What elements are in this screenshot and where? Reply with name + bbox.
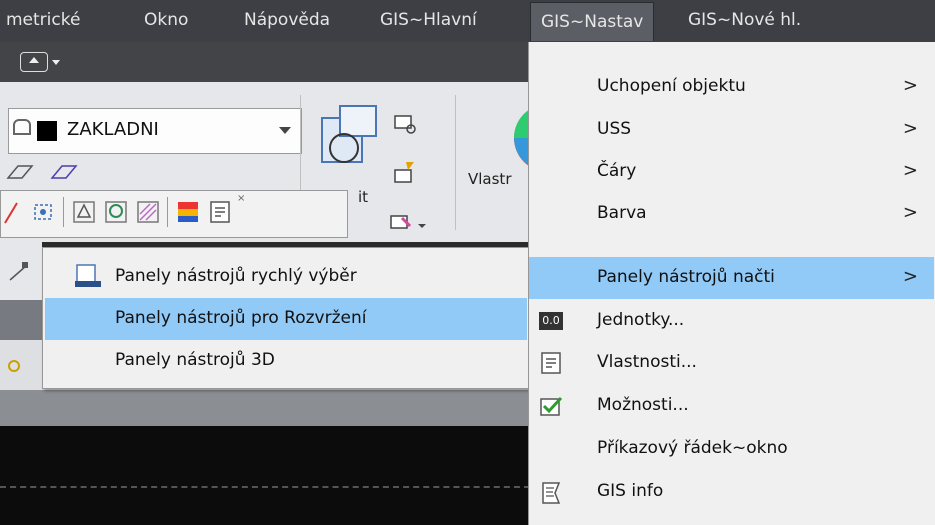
menu-item-label: Panely nástrojů načti: [597, 267, 775, 287]
menu-item-cary[interactable]: Čáry >: [529, 151, 934, 193]
menu-item-panely-nacti[interactable]: Panely nástrojů načti >: [529, 257, 934, 299]
block-attribute-icon[interactable]: [388, 208, 428, 236]
eject-icon: [29, 57, 39, 63]
menu-item-label: Čáry: [597, 161, 637, 181]
layer-match-icon[interactable]: [48, 160, 88, 184]
menu-item-label: USS: [597, 119, 632, 139]
menu-item-gis-info[interactable]: GIS info: [529, 471, 934, 513]
submenu-item-3d[interactable]: Panely nástrojů 3D: [45, 340, 527, 382]
ribbon-separator: [455, 95, 456, 230]
block-edit-icon[interactable]: [392, 160, 420, 188]
gis-nastav-menu: Uchopení objektu > USS > Čáry > Barva > …: [528, 42, 935, 525]
menu-item-label: GIS info: [597, 481, 664, 501]
chevron-down-icon[interactable]: [52, 60, 60, 65]
toolbar-separator: [63, 197, 64, 227]
menu-item-prikazovy-radek[interactable]: Příkazový řádek~okno: [529, 428, 934, 470]
chevron-right-icon: >: [902, 118, 918, 139]
menu-item-uss[interactable]: USS >: [529, 109, 934, 151]
block-insert-icon[interactable]: [310, 100, 390, 180]
quick-access-bar: [0, 42, 540, 82]
sun-icon[interactable]: [2, 354, 26, 378]
submenu-item-label: Panely nástrojů rychlý výběr: [115, 266, 357, 286]
line-icon[interactable]: [3, 199, 29, 225]
menu-napoveda[interactable]: Nápověda: [244, 10, 330, 30]
menu-item-moznosti[interactable]: Možnosti...: [529, 385, 934, 427]
drawing-area[interactable]: [0, 426, 540, 525]
hatch-icon[interactable]: [135, 199, 161, 225]
layer-combo-value: ZAKLADNI: [67, 119, 159, 140]
submenu-item-label: Panely nástrojů pro Rozvržení: [115, 308, 367, 328]
submenu-item-layout[interactable]: Panely nástrojů pro Rozvržení: [45, 298, 527, 340]
submenu-item-quick-select[interactable]: Panely nástrojů rychlý výběr: [45, 256, 527, 298]
layer-color-swatch: [37, 121, 57, 141]
menu-item-label: Příkazový řádek~okno: [597, 438, 788, 458]
workspace-dropdown[interactable]: [20, 52, 48, 72]
layer-walk-icon[interactable]: [4, 160, 44, 184]
polygon-icon[interactable]: [71, 199, 97, 225]
layer-tools-row: [4, 160, 124, 186]
chevron-right-icon: >: [902, 266, 918, 287]
zoom-map-icon[interactable]: [103, 199, 129, 225]
units-icon: 0.0: [539, 312, 563, 330]
status-strip: [0, 390, 540, 426]
snap-node-icon[interactable]: [31, 199, 57, 225]
floating-toolbar: ×: [0, 190, 348, 238]
options-check-icon: [540, 396, 563, 416]
layer-color-icon[interactable]: [175, 199, 201, 225]
chevron-right-icon: >: [902, 75, 918, 96]
properties-icon[interactable]: [207, 199, 233, 225]
menu-item-vlastnosti[interactable]: Vlastnosti...: [529, 342, 934, 384]
menu-item-label: Uchopení objektu: [597, 76, 746, 96]
toolbars-submenu: Panely nástrojů rychlý výběr Panely nást…: [42, 247, 530, 389]
menu-item-jednotky[interactable]: 0.0 Jednotky...: [529, 300, 934, 342]
menu-item-barva[interactable]: Barva >: [529, 193, 934, 235]
menu-item-uchopeni[interactable]: Uchopení objektu >: [529, 66, 934, 108]
chevron-right-icon: >: [902, 202, 918, 223]
menu-gis-hlavni[interactable]: GIS~Hlavní: [380, 10, 477, 30]
chevron-right-icon: >: [902, 160, 918, 181]
layer-combo[interactable]: ZAKLADNI: [8, 108, 302, 154]
gis-info-icon: [542, 482, 561, 504]
toolbar-separator: [167, 197, 168, 227]
menu-gis-nove-hl[interactable]: GIS~Nové hl.: [688, 10, 801, 30]
menu-item-label: Vlastnosti...: [597, 352, 697, 372]
menu-item-label: Barva: [597, 203, 647, 223]
dashed-line: [0, 486, 530, 488]
properties-icon: [541, 352, 561, 374]
menu-gis-nastav[interactable]: GIS~Nastav: [530, 2, 655, 41]
edit-label-fragment: it: [358, 188, 369, 206]
toolbar-icon: [75, 264, 101, 287]
menu-metricke[interactable]: metrické: [6, 10, 80, 30]
menu-item-label: Jednotky...: [597, 310, 685, 330]
close-icon[interactable]: ×: [237, 193, 245, 204]
panel-tab-strip: [0, 240, 42, 300]
submenu-item-label: Panely nástrojů 3D: [115, 350, 275, 370]
block-create-icon[interactable]: [392, 112, 420, 136]
menu-item-label: Možnosti...: [597, 395, 689, 415]
menu-bar: metrické Okno Nápověda GIS~Hlavní GIS~Na…: [0, 0, 935, 42]
chevron-down-icon[interactable]: [279, 127, 291, 134]
menu-okno[interactable]: Okno: [144, 10, 188, 30]
lock-icon[interactable]: [13, 119, 31, 135]
dimension-icon[interactable]: [6, 260, 36, 284]
properties-label: Vlastr: [468, 170, 512, 188]
